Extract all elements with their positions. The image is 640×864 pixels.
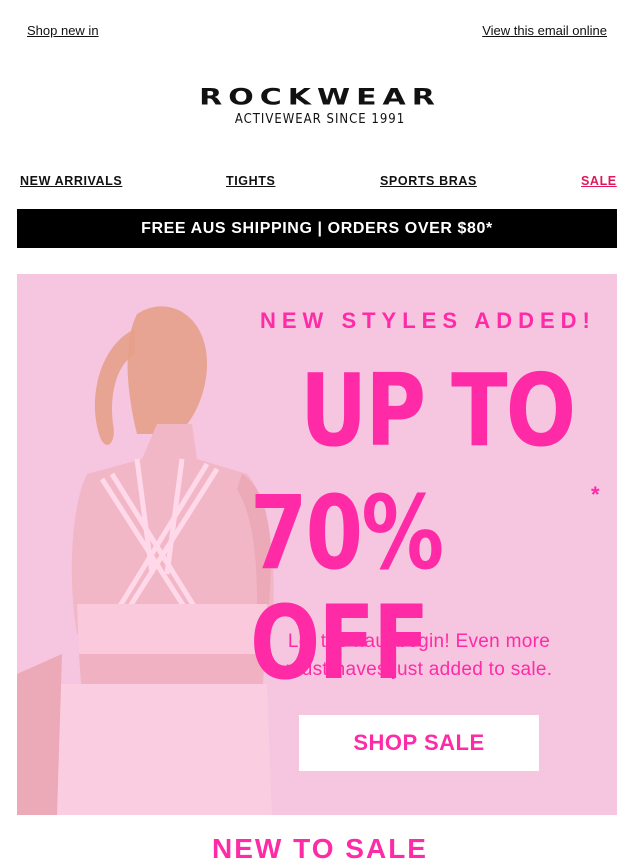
brand-logo[interactable]: ROCKWEAR (0, 80, 640, 115)
view-email-online-link[interactable]: View this email online (482, 23, 607, 38)
hero-banner[interactable]: NEW STYLES ADDED! UP TO 70% OFF * Let th… (17, 274, 617, 815)
brand-tagline: ACTIVEWEAR SINCE 1991 (234, 112, 406, 127)
hero-subtitle: NEW STYLES ADDED! (260, 308, 596, 333)
hero-body-text: Let the haul begin! Even more must-haves… (285, 631, 553, 680)
shop-sale-button[interactable]: SHOP SALE (299, 715, 539, 771)
brand-name: ROCKWEAR (199, 84, 441, 111)
nav-new-arrivals[interactable]: NEW ARRIVALS (20, 174, 122, 188)
model-photo (17, 306, 274, 815)
hero-asterisk: * (591, 482, 600, 507)
hero-headline-line1: UP TO (300, 352, 576, 469)
nav-sale[interactable]: SALE (581, 174, 617, 188)
nav-sports-bras[interactable]: SPORTS BRAS (380, 174, 477, 188)
shipping-banner[interactable]: FREE AUS SHIPPING | ORDERS OVER $80* (17, 209, 617, 248)
new-to-sale-heading: NEW TO SALE (212, 833, 428, 864)
nav-tights[interactable]: TIGHTS (226, 174, 275, 188)
shop-new-in-link[interactable]: Shop new in (27, 23, 99, 38)
